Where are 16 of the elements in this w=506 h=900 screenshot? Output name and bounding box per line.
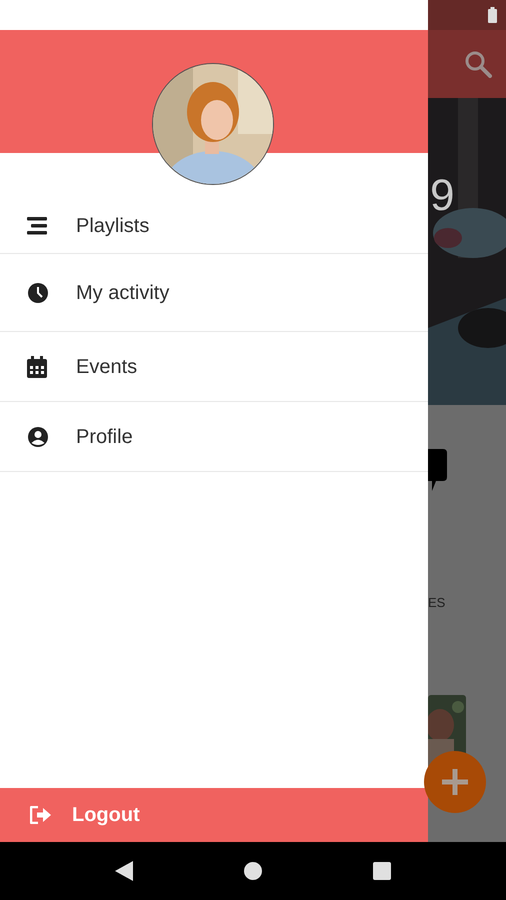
home-icon[interactable] [243, 861, 263, 881]
account-icon [27, 426, 49, 448]
menu-item[interactable]: Events [76, 352, 138, 382]
menu-item[interactable]: Profile [76, 422, 133, 452]
menu-item[interactable]: Playlists [76, 210, 150, 240]
menu-item[interactable]: My activity [76, 278, 170, 308]
plus-icon [442, 769, 468, 795]
list-icon [27, 216, 49, 234]
back-icon[interactable] [115, 861, 133, 881]
battery-icon [488, 7, 497, 23]
banner-text: 9 [430, 174, 454, 218]
section-label: ES [428, 594, 446, 612]
search-icon[interactable] [464, 50, 492, 78]
calendar-icon [27, 356, 47, 378]
clock-icon [27, 282, 49, 304]
logout-icon [30, 806, 52, 824]
